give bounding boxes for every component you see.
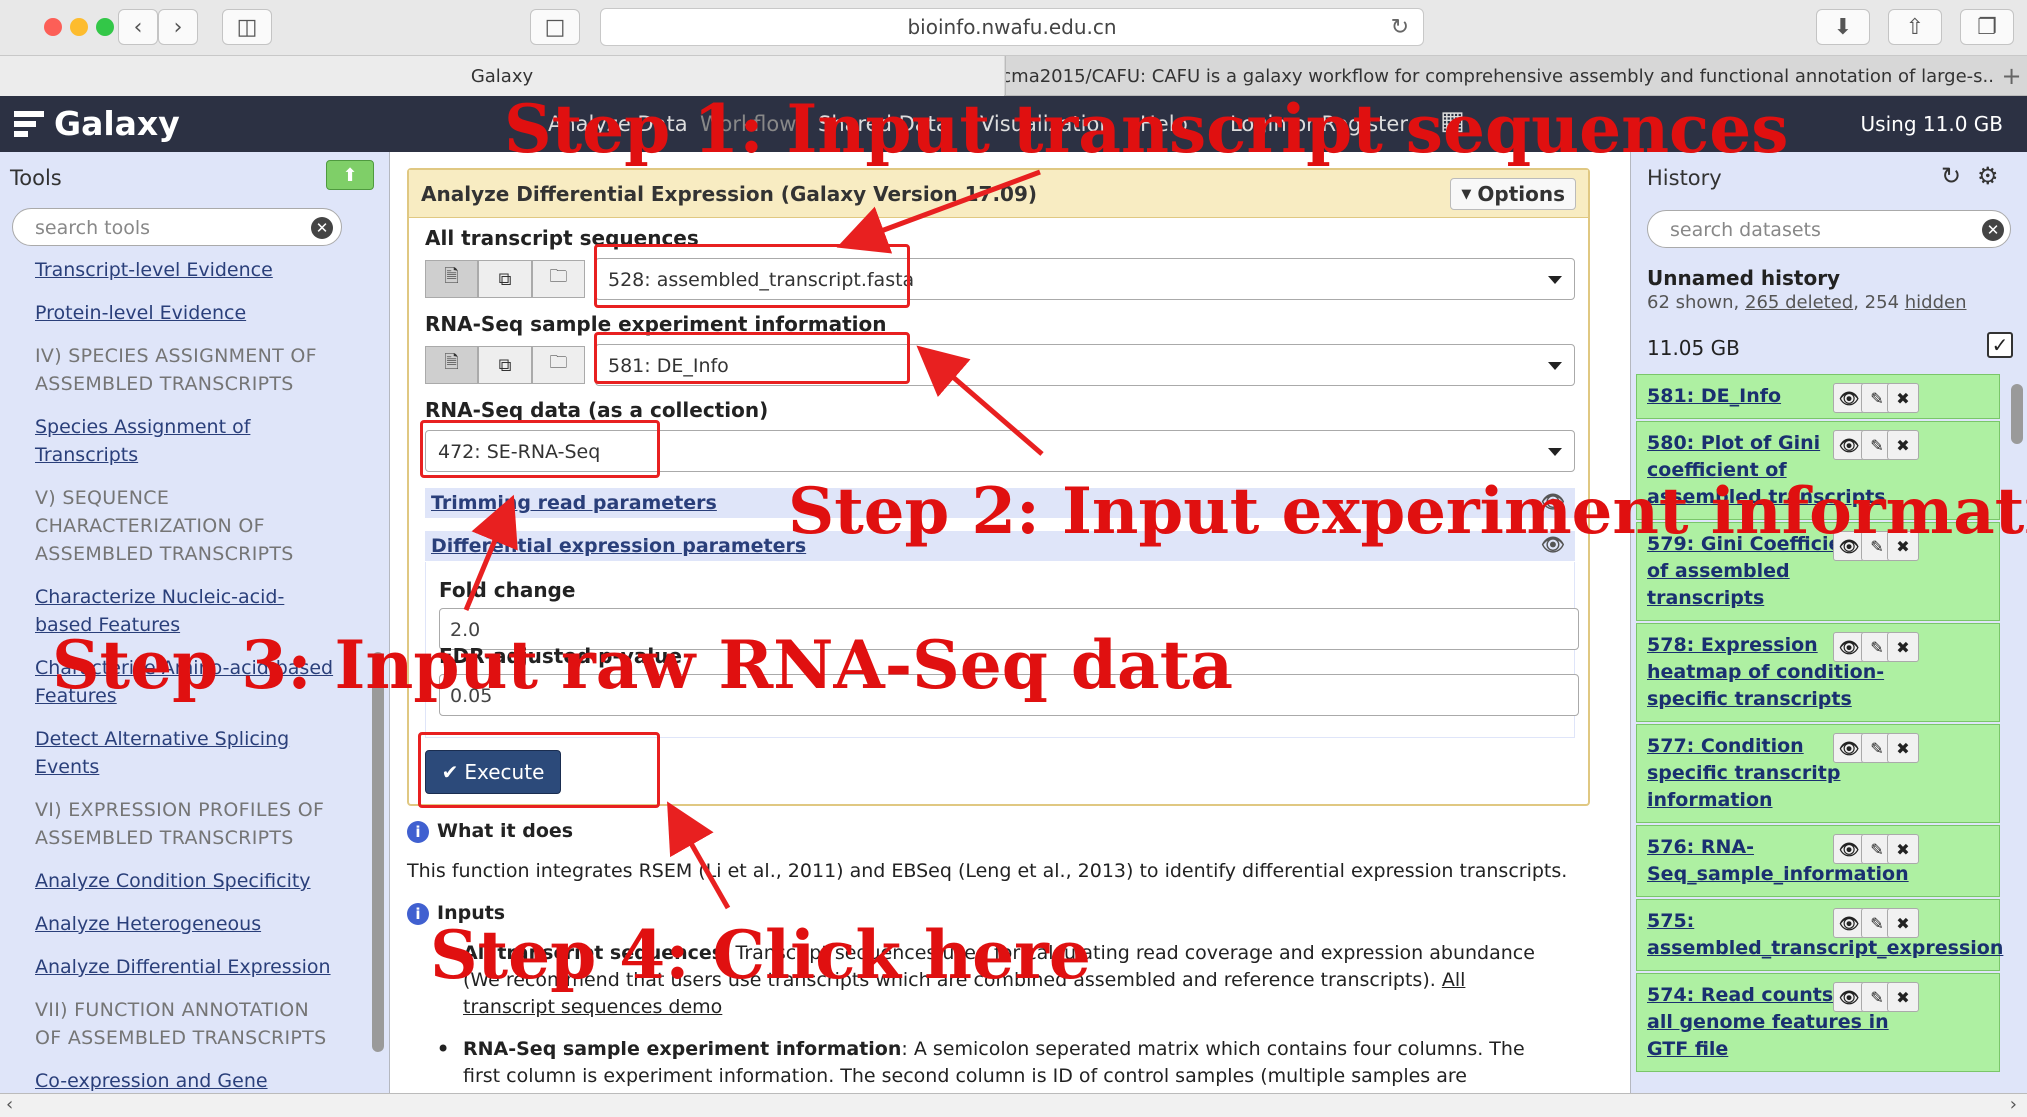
step2-annotation: Step 2: Input experiment information: [788, 474, 2027, 549]
arrow-step3: [463, 494, 518, 611]
arrow-step4: [667, 801, 731, 910]
arrow-step2: [916, 345, 1044, 456]
screenshot-root: ‹ › ◫ □ bioinfo.nwafu.edu.cn ↻ ⬇ ⇧ ❐ Gal…: [0, 0, 2027, 1117]
step3-annotation: Step 3: Input raw RNA-Seq data: [52, 626, 1234, 704]
step4-annotation: Step 4: Click here: [430, 916, 1091, 994]
arrow-step1: [836, 169, 1041, 254]
step1-annotation: Step 1: Input transcript sequences: [504, 90, 1789, 168]
